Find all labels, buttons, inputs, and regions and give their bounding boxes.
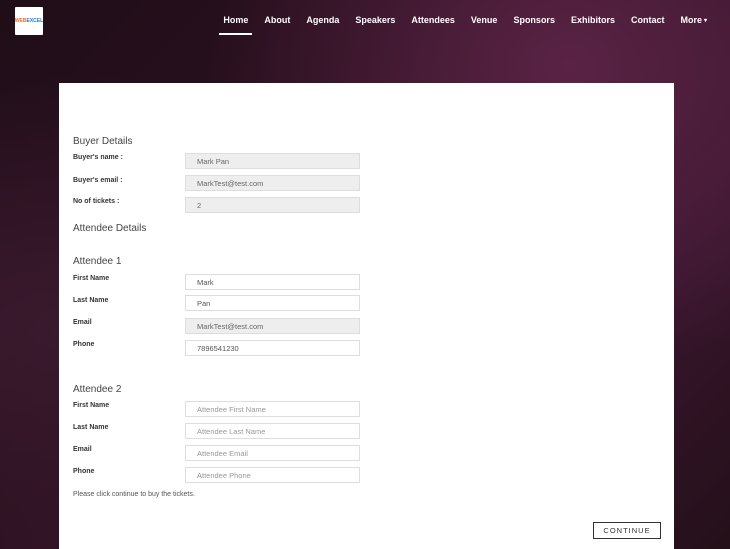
attendee-2-email-label: Email bbox=[73, 446, 92, 453]
nav-about[interactable]: About bbox=[256, 0, 298, 40]
attendee-1-last-name-label: Last Name bbox=[73, 297, 109, 304]
attendee-1-last-name-input[interactable] bbox=[185, 295, 360, 311]
attendee-1-heading: Attendee 1 bbox=[73, 256, 122, 267]
nav-home[interactable]: Home bbox=[215, 0, 256, 40]
main-nav: Home About Agenda Speakers Attendees Ven… bbox=[215, 0, 715, 40]
buyer-details-heading: Buyer Details bbox=[73, 136, 133, 147]
nav-attendees[interactable]: Attendees bbox=[403, 0, 463, 40]
attendee-details-heading: Attendee Details bbox=[73, 223, 147, 234]
nav-exhibitors[interactable]: Exhibitors bbox=[563, 0, 623, 40]
buyer-name-label: Buyer's name : bbox=[73, 154, 123, 161]
buyer-name-field[interactable] bbox=[185, 153, 360, 169]
attendee-1-first-name-input[interactable] bbox=[185, 274, 360, 290]
nav-agenda[interactable]: Agenda bbox=[298, 0, 347, 40]
attendee-1-phone-label: Phone bbox=[73, 341, 95, 348]
ticket-count-label: No of tickets : bbox=[73, 198, 120, 205]
site-logo[interactable]: WEBEXCEL bbox=[15, 7, 43, 35]
attendee-2-first-name-input[interactable] bbox=[185, 401, 360, 417]
attendee-2-phone-label: Phone bbox=[73, 468, 95, 475]
nav-speakers[interactable]: Speakers bbox=[347, 0, 403, 40]
attendee-2-email-input[interactable] bbox=[185, 445, 360, 461]
nav-venue[interactable]: Venue bbox=[463, 0, 506, 40]
attendee-2-last-name-label: Last Name bbox=[73, 424, 109, 431]
attendee-1-first-name-label: First Name bbox=[73, 275, 110, 282]
nav-sponsors[interactable]: Sponsors bbox=[505, 0, 563, 40]
buyer-email-field[interactable] bbox=[185, 175, 360, 191]
attendee-2-phone-input[interactable] bbox=[185, 467, 360, 483]
nav-contact[interactable]: Contact bbox=[623, 0, 673, 40]
attendee-2-heading: Attendee 2 bbox=[73, 384, 122, 395]
ticket-count-field[interactable] bbox=[185, 197, 360, 213]
nav-more-label: More bbox=[680, 15, 702, 25]
continue-instructions: Please click continue to buy the tickets… bbox=[73, 491, 195, 498]
attendee-1-email-label: Email bbox=[73, 319, 92, 326]
logo-text: WEBEXCEL bbox=[14, 18, 44, 24]
nav-more-dropdown[interactable]: More ▾ bbox=[672, 0, 715, 40]
caret-down-icon: ▾ bbox=[703, 17, 707, 24]
attendee-1-phone-input[interactable] bbox=[185, 340, 360, 356]
buyer-email-label: Buyer's email : bbox=[73, 177, 123, 184]
attendee-2-last-name-input[interactable] bbox=[185, 423, 360, 439]
checkout-form-card: Buyer Details Buyer's name : Buyer's ema… bbox=[59, 83, 674, 549]
attendee-1-email-input[interactable] bbox=[185, 318, 360, 334]
attendee-2-first-name-label: First Name bbox=[73, 402, 110, 409]
continue-button[interactable]: CONTINUE bbox=[593, 522, 661, 539]
